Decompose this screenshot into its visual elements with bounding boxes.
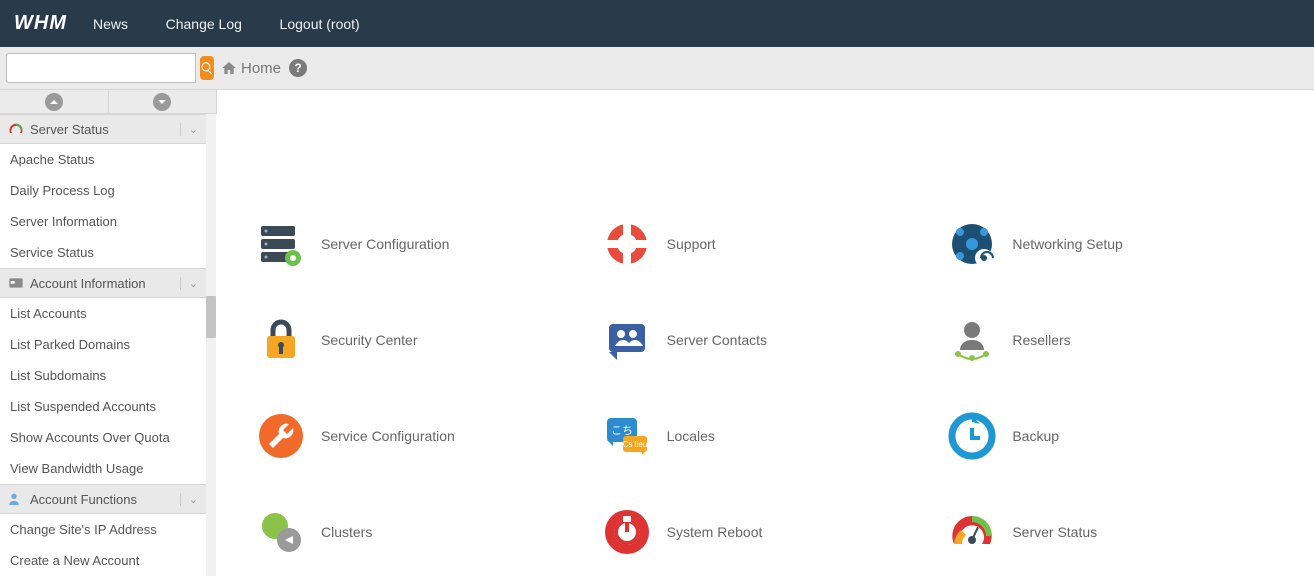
tile-backup[interactable]: Backup bbox=[948, 412, 1274, 460]
user-gear-icon bbox=[8, 491, 24, 507]
top-nav: News Change Log Logout (root) bbox=[93, 16, 394, 32]
collapse-all-button[interactable] bbox=[0, 90, 109, 113]
category-grid: Server Configuration Support Networking … bbox=[257, 220, 1274, 556]
whm-logo: WHM bbox=[14, 12, 67, 35]
sidebar-group-label: Account Functions bbox=[30, 492, 137, 507]
lock-icon bbox=[257, 316, 305, 364]
sidebar-item-list-parked-domains[interactable]: List Parked Domains bbox=[0, 329, 206, 360]
nav-news[interactable]: News bbox=[93, 16, 128, 32]
tile-resellers[interactable]: Resellers bbox=[948, 316, 1274, 364]
power-icon bbox=[603, 508, 651, 556]
tile-label: Support bbox=[667, 236, 716, 252]
sidebar-item-list-accounts[interactable]: List Accounts bbox=[0, 298, 206, 329]
sidebar-scrollbar-track[interactable] bbox=[206, 114, 216, 576]
gauge-icon bbox=[948, 508, 996, 556]
sidebar-group-account-information[interactable]: Account Information ⌄ bbox=[0, 268, 206, 298]
main-content: Server Configuration Support Networking … bbox=[217, 90, 1314, 586]
locale-icon: こち Cs lieu bbox=[603, 412, 651, 460]
tile-label: Networking Setup bbox=[1012, 236, 1123, 252]
sidebar-group-label: Account Information bbox=[30, 276, 146, 291]
tile-system-reboot[interactable]: System Reboot bbox=[603, 508, 929, 556]
sidebar-scrollbar-thumb[interactable] bbox=[206, 296, 216, 338]
tile-server-configuration[interactable]: Server Configuration bbox=[257, 220, 583, 268]
tile-label: Server Contacts bbox=[667, 332, 767, 348]
network-icon bbox=[948, 220, 996, 268]
breadcrumb-home[interactable]: Home bbox=[241, 60, 281, 77]
tile-label: Security Center bbox=[321, 332, 417, 348]
server-icon bbox=[257, 220, 305, 268]
contacts-icon bbox=[603, 316, 651, 364]
reseller-icon bbox=[948, 316, 996, 364]
tile-server-status[interactable]: Server Status bbox=[948, 508, 1274, 556]
sidebar-item-daily-process-log[interactable]: Daily Process Log bbox=[0, 175, 206, 206]
sidebar-item-apache-status[interactable]: Apache Status bbox=[0, 144, 206, 175]
search-input[interactable] bbox=[6, 53, 196, 83]
breadcrumb: Home ? bbox=[207, 47, 1314, 89]
tile-label: Server Status bbox=[1012, 524, 1097, 540]
backup-icon bbox=[948, 412, 996, 460]
sidebar-item-view-bandwidth-usage[interactable]: View Bandwidth Usage bbox=[0, 453, 206, 484]
sidebar-item-create-new-account[interactable]: Create a New Account bbox=[0, 545, 206, 576]
gauge-icon bbox=[8, 121, 24, 137]
sidebar-item-server-information[interactable]: Server Information bbox=[0, 206, 206, 237]
card-icon bbox=[8, 275, 24, 291]
nav-logout[interactable]: Logout (root) bbox=[280, 16, 360, 32]
tile-label: System Reboot bbox=[667, 524, 763, 540]
tile-label: Server Configuration bbox=[321, 236, 449, 252]
chevron-down-icon: ⌄ bbox=[180, 123, 198, 136]
chevron-down-icon bbox=[157, 97, 167, 107]
sidebar-item-service-status[interactable]: Service Status bbox=[0, 237, 206, 268]
svg-text:Cs lieu: Cs lieu bbox=[622, 440, 646, 449]
tile-label: Clusters bbox=[321, 524, 372, 540]
tile-label: Locales bbox=[667, 428, 715, 444]
sidebar-group-server-status[interactable]: Server Status ⌄ bbox=[0, 114, 206, 144]
search-wrap bbox=[0, 47, 207, 89]
wrench-icon bbox=[257, 412, 305, 460]
tile-security-center[interactable]: Security Center bbox=[257, 316, 583, 364]
tile-label: Service Configuration bbox=[321, 428, 455, 444]
chevron-up-icon bbox=[49, 97, 59, 107]
tile-server-contacts[interactable]: Server Contacts bbox=[603, 316, 929, 364]
lifebuoy-icon bbox=[603, 220, 651, 268]
tile-networking-setup[interactable]: Networking Setup bbox=[948, 220, 1274, 268]
svg-text:こち: こち bbox=[611, 424, 633, 437]
home-icon bbox=[221, 60, 237, 76]
sidebar-item-list-subdomains[interactable]: List Subdomains bbox=[0, 360, 206, 391]
sidebar-item-change-site-ip[interactable]: Change Site's IP Address bbox=[0, 514, 206, 545]
sidebar-column: Server Status ⌄ Apache Status Daily Proc… bbox=[0, 90, 217, 586]
tile-label: Backup bbox=[1012, 428, 1059, 444]
help-icon[interactable]: ? bbox=[289, 59, 307, 77]
expand-all-button[interactable] bbox=[109, 90, 217, 113]
tile-service-configuration[interactable]: Service Configuration bbox=[257, 412, 583, 460]
sidebar: Server Status ⌄ Apache Status Daily Proc… bbox=[0, 114, 207, 576]
tile-locales[interactable]: こち Cs lieu Locales bbox=[603, 412, 929, 460]
tile-clusters[interactable]: Clusters bbox=[257, 508, 583, 556]
tile-label: Resellers bbox=[1012, 332, 1070, 348]
chevron-down-icon: ⌄ bbox=[180, 493, 198, 506]
sub-bar: Home ? bbox=[0, 47, 1314, 90]
collapse-bar bbox=[0, 90, 217, 114]
sidebar-group-label: Server Status bbox=[30, 122, 109, 137]
tile-support[interactable]: Support bbox=[603, 220, 929, 268]
sidebar-item-show-accounts-over-quota[interactable]: Show Accounts Over Quota bbox=[0, 422, 206, 453]
top-bar: WHM News Change Log Logout (root) bbox=[0, 0, 1314, 47]
nav-changelog[interactable]: Change Log bbox=[166, 16, 242, 32]
clusters-icon bbox=[257, 508, 305, 556]
sidebar-item-list-suspended-accounts[interactable]: List Suspended Accounts bbox=[0, 391, 206, 422]
chevron-down-icon: ⌄ bbox=[180, 277, 198, 290]
sidebar-group-account-functions[interactable]: Account Functions ⌄ bbox=[0, 484, 206, 514]
